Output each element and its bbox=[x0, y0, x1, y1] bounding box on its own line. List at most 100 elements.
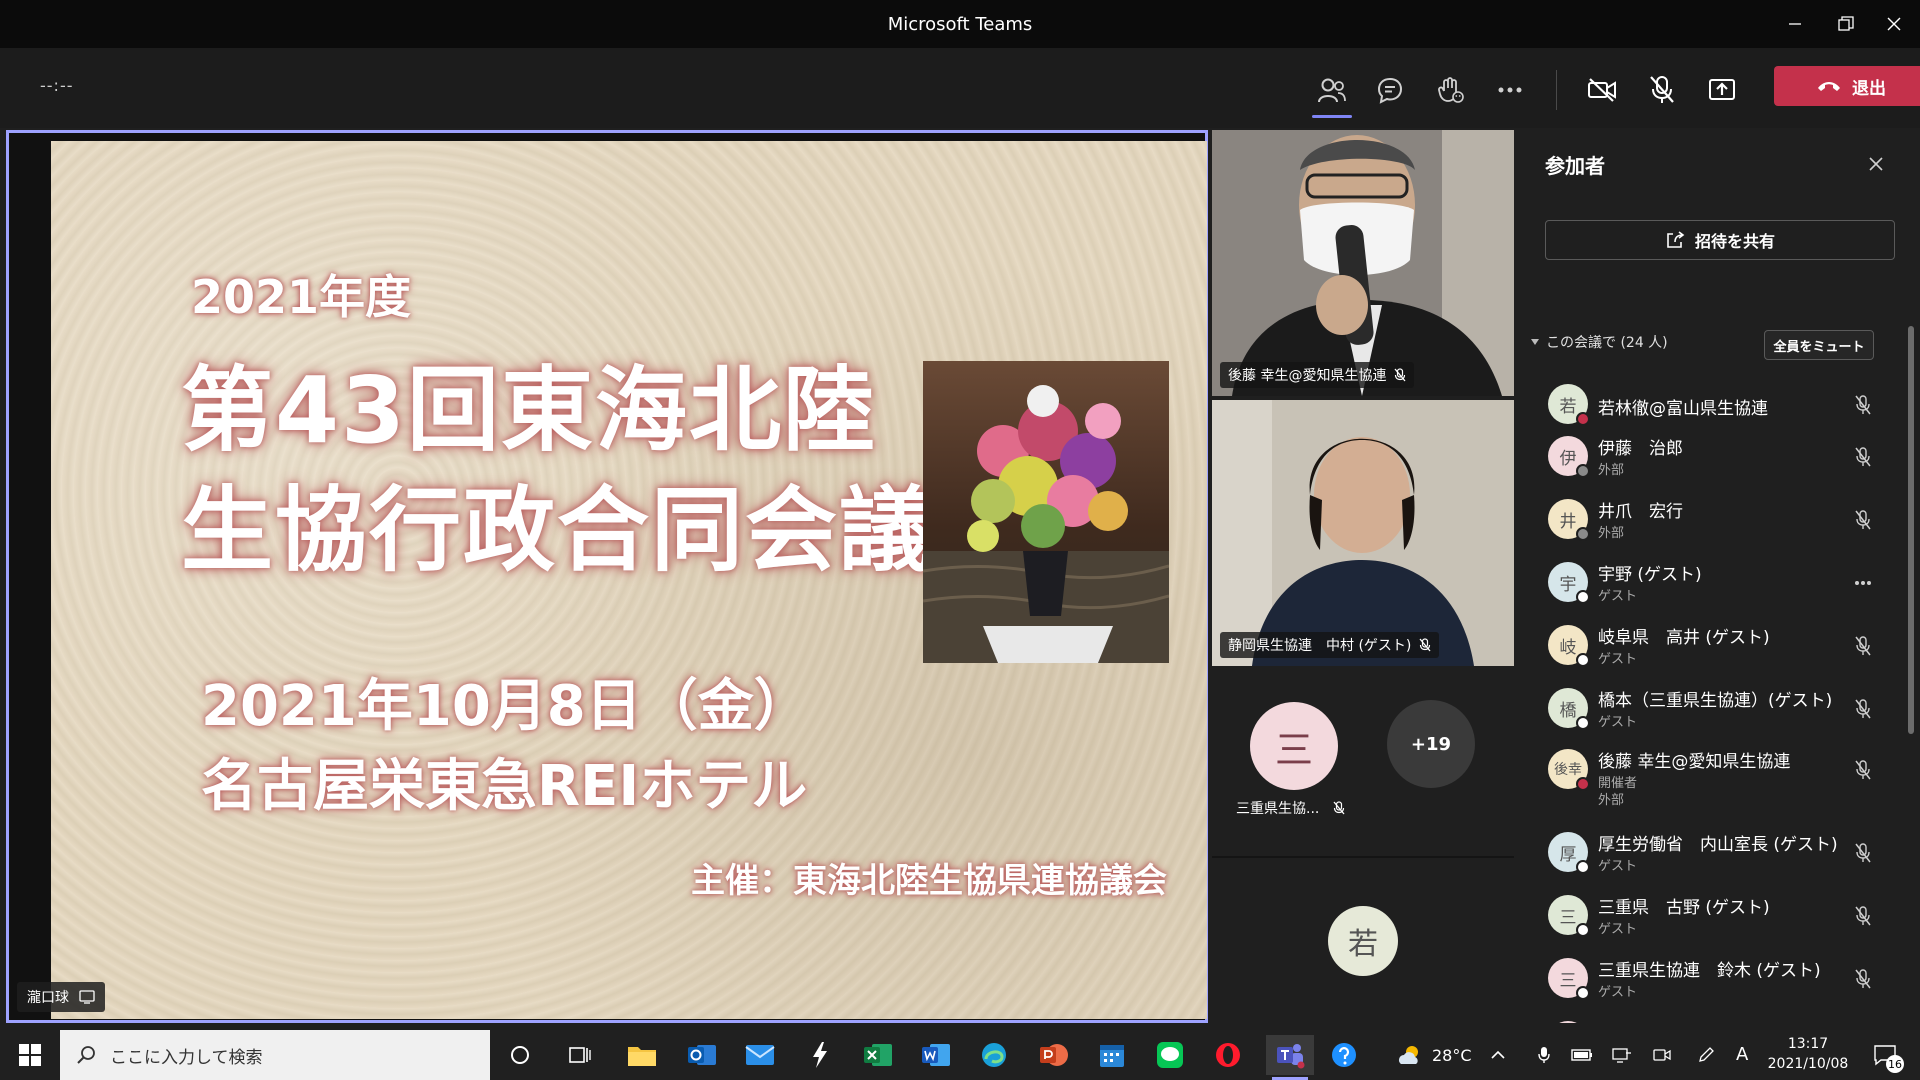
close-panel-button[interactable] bbox=[1862, 150, 1890, 178]
more-actions-button[interactable] bbox=[1488, 68, 1532, 112]
participant-mic-status[interactable] bbox=[1850, 966, 1876, 992]
participant-row[interactable]: 三 三重県生協連 鈴木 (ゲスト) ゲスト bbox=[1520, 948, 1910, 1010]
toolbar-divider bbox=[1556, 70, 1557, 110]
participant-role: ゲスト bbox=[1598, 859, 1638, 874]
overflow-count: +19 bbox=[1410, 733, 1452, 755]
opera-icon bbox=[1216, 1043, 1240, 1067]
powerpoint-app[interactable] bbox=[1034, 1035, 1074, 1075]
line-app[interactable] bbox=[1150, 1035, 1190, 1075]
avatar[interactable]: 若 bbox=[1328, 906, 1398, 976]
participant-row[interactable]: 岐 岐阜県 高井 (ゲスト) ゲスト bbox=[1520, 615, 1910, 677]
weather-temperature: 28°C bbox=[1432, 1046, 1472, 1065]
ime-indicator[interactable]: A bbox=[1736, 1044, 1748, 1065]
section-label: この会議で (24 人) bbox=[1546, 335, 1668, 351]
avatar-initial: 三 bbox=[1274, 727, 1313, 772]
presence-status-dot bbox=[1576, 716, 1590, 730]
file-explorer-app[interactable] bbox=[622, 1035, 662, 1075]
participant-row[interactable]: 伊 伊藤 治郎 外部 bbox=[1520, 426, 1910, 488]
participant-name: 井爪 宏行 bbox=[1598, 502, 1683, 522]
participant-row[interactable]: 厚 厚生労働省 内山室長 (ゲスト) ゲスト bbox=[1520, 822, 1910, 884]
mute-all-button[interactable]: 全員をミュート bbox=[1764, 330, 1874, 360]
tray-battery[interactable] bbox=[1568, 1035, 1596, 1075]
participant-role: ゲスト bbox=[1598, 715, 1638, 730]
video-tile-speaker[interactable]: 後藤 幸生@愛知県生協連 bbox=[1212, 130, 1514, 396]
app-lightning[interactable] bbox=[800, 1035, 840, 1075]
participant-row[interactable]: 後幸 後藤 幸生@愛知県生協連 開催者 外部 bbox=[1520, 739, 1910, 808]
excel-icon bbox=[864, 1044, 892, 1066]
weather-widget[interactable] bbox=[1390, 1035, 1430, 1075]
opera-app[interactable] bbox=[1208, 1035, 1248, 1075]
mail-app[interactable] bbox=[740, 1035, 780, 1075]
tile-divider bbox=[1212, 856, 1514, 858]
participant-mic-status[interactable] bbox=[1850, 903, 1876, 929]
tray-network[interactable] bbox=[1608, 1035, 1636, 1075]
participant-row[interactable]: 井 井爪 宏行 外部 bbox=[1520, 489, 1910, 551]
slide-title-line1: 第43回東海北陸 bbox=[181, 357, 878, 464]
restore-button[interactable] bbox=[1826, 6, 1866, 42]
clock-time[interactable]: 13:17 bbox=[1760, 1036, 1856, 1052]
video-participant-name: 後藤 幸生@愛知県生協連 bbox=[1228, 368, 1387, 384]
avatar: 後幸 bbox=[1548, 749, 1590, 791]
shared-content-stage[interactable]: 2021年度 第43回東海北陸 生協行政合同会議 2021年10月8日（金） 名… bbox=[6, 130, 1208, 1023]
participant-mic-status[interactable] bbox=[1850, 633, 1876, 659]
word-app[interactable] bbox=[916, 1035, 956, 1075]
participant-mic-status[interactable] bbox=[1850, 444, 1876, 470]
clock-date[interactable]: 2021/10/08 bbox=[1760, 1056, 1856, 1072]
avatar-initial: 三 bbox=[1559, 970, 1577, 991]
tray-meet-now[interactable] bbox=[1648, 1035, 1676, 1075]
chat-button[interactable] bbox=[1368, 68, 1412, 112]
mic-toggle-button[interactable] bbox=[1640, 68, 1684, 112]
tray-overflow-button[interactable] bbox=[1484, 1035, 1512, 1075]
mic-off-icon bbox=[1650, 76, 1674, 103]
share-screen-button[interactable] bbox=[1700, 68, 1744, 112]
share-invite-button[interactable]: 招待を共有 bbox=[1545, 220, 1895, 260]
word-icon bbox=[922, 1044, 950, 1066]
excel-app[interactable] bbox=[858, 1035, 898, 1075]
teams-app[interactable] bbox=[1266, 1035, 1314, 1075]
reactions-button[interactable] bbox=[1428, 68, 1472, 112]
mic-off-icon bbox=[1855, 636, 1871, 656]
participant-mic-status[interactable] bbox=[1850, 507, 1876, 533]
tray-pen[interactable] bbox=[1692, 1035, 1720, 1075]
folder-icon bbox=[628, 1047, 656, 1066]
participants-button[interactable] bbox=[1310, 68, 1354, 118]
battery-icon bbox=[1571, 1049, 1592, 1061]
panel-scrollbar[interactable] bbox=[1908, 326, 1914, 734]
avatar[interactable]: 三 bbox=[1250, 702, 1338, 790]
outlook-app[interactable] bbox=[682, 1035, 722, 1075]
powerpoint-icon bbox=[1040, 1044, 1068, 1066]
tray-microphone[interactable] bbox=[1530, 1035, 1558, 1075]
task-view-button[interactable] bbox=[560, 1035, 600, 1075]
participant-mic-status[interactable] bbox=[1850, 392, 1876, 418]
meeting-timer: --:-- bbox=[40, 76, 74, 95]
notification-center-button[interactable]: 16 bbox=[1866, 1035, 1906, 1075]
participant-name: 岐阜県 高井 (ゲスト) bbox=[1598, 628, 1770, 648]
participant-row[interactable]: 宇 宇野 (ゲスト) ゲスト bbox=[1520, 552, 1910, 614]
participant-mic-status[interactable] bbox=[1850, 757, 1876, 783]
close-window-button[interactable] bbox=[1874, 6, 1914, 42]
taskbar-search[interactable]: ここに入力して検索 bbox=[60, 1030, 490, 1080]
participant-row[interactable]: 三 三重県 古野 (ゲスト) ゲスト bbox=[1520, 885, 1910, 947]
participant-more-options-button[interactable] bbox=[1850, 570, 1876, 596]
participant-row[interactable]: 橋 橋本（三重県生協連）(ゲスト) ゲスト bbox=[1520, 678, 1910, 740]
avatar-initial: 橋 bbox=[1559, 700, 1577, 721]
mic-off-icon bbox=[1333, 801, 1345, 815]
cortana-button[interactable] bbox=[500, 1035, 540, 1075]
help-app[interactable] bbox=[1324, 1035, 1364, 1075]
participant-mic-status[interactable] bbox=[1850, 840, 1876, 866]
slide-organizer: 主催：東海北陸生協県連協議会 bbox=[691, 861, 1167, 901]
edge-app[interactable] bbox=[974, 1035, 1014, 1075]
calendar-app[interactable] bbox=[1092, 1035, 1132, 1075]
minimize-button[interactable] bbox=[1775, 6, 1815, 42]
overflow-participants-button[interactable]: +19 bbox=[1387, 700, 1475, 788]
presenter-name: 瀧口球 bbox=[27, 990, 69, 1006]
leave-button[interactable]: 退出 bbox=[1774, 66, 1920, 106]
presence-status-dot bbox=[1576, 777, 1590, 791]
participant-mic-status[interactable] bbox=[1850, 696, 1876, 722]
meeting-section-header[interactable]: この会議で (24 人) bbox=[1530, 332, 1668, 352]
video-tile-participant[interactable]: 静岡県生協連 中村 (ゲスト) bbox=[1212, 400, 1514, 666]
participant-row[interactable]: 西西友美 bbox=[1520, 1011, 1910, 1023]
avatar-initial: 厚 bbox=[1559, 844, 1577, 865]
start-button[interactable] bbox=[10, 1035, 50, 1075]
camera-toggle-button[interactable] bbox=[1580, 68, 1624, 112]
